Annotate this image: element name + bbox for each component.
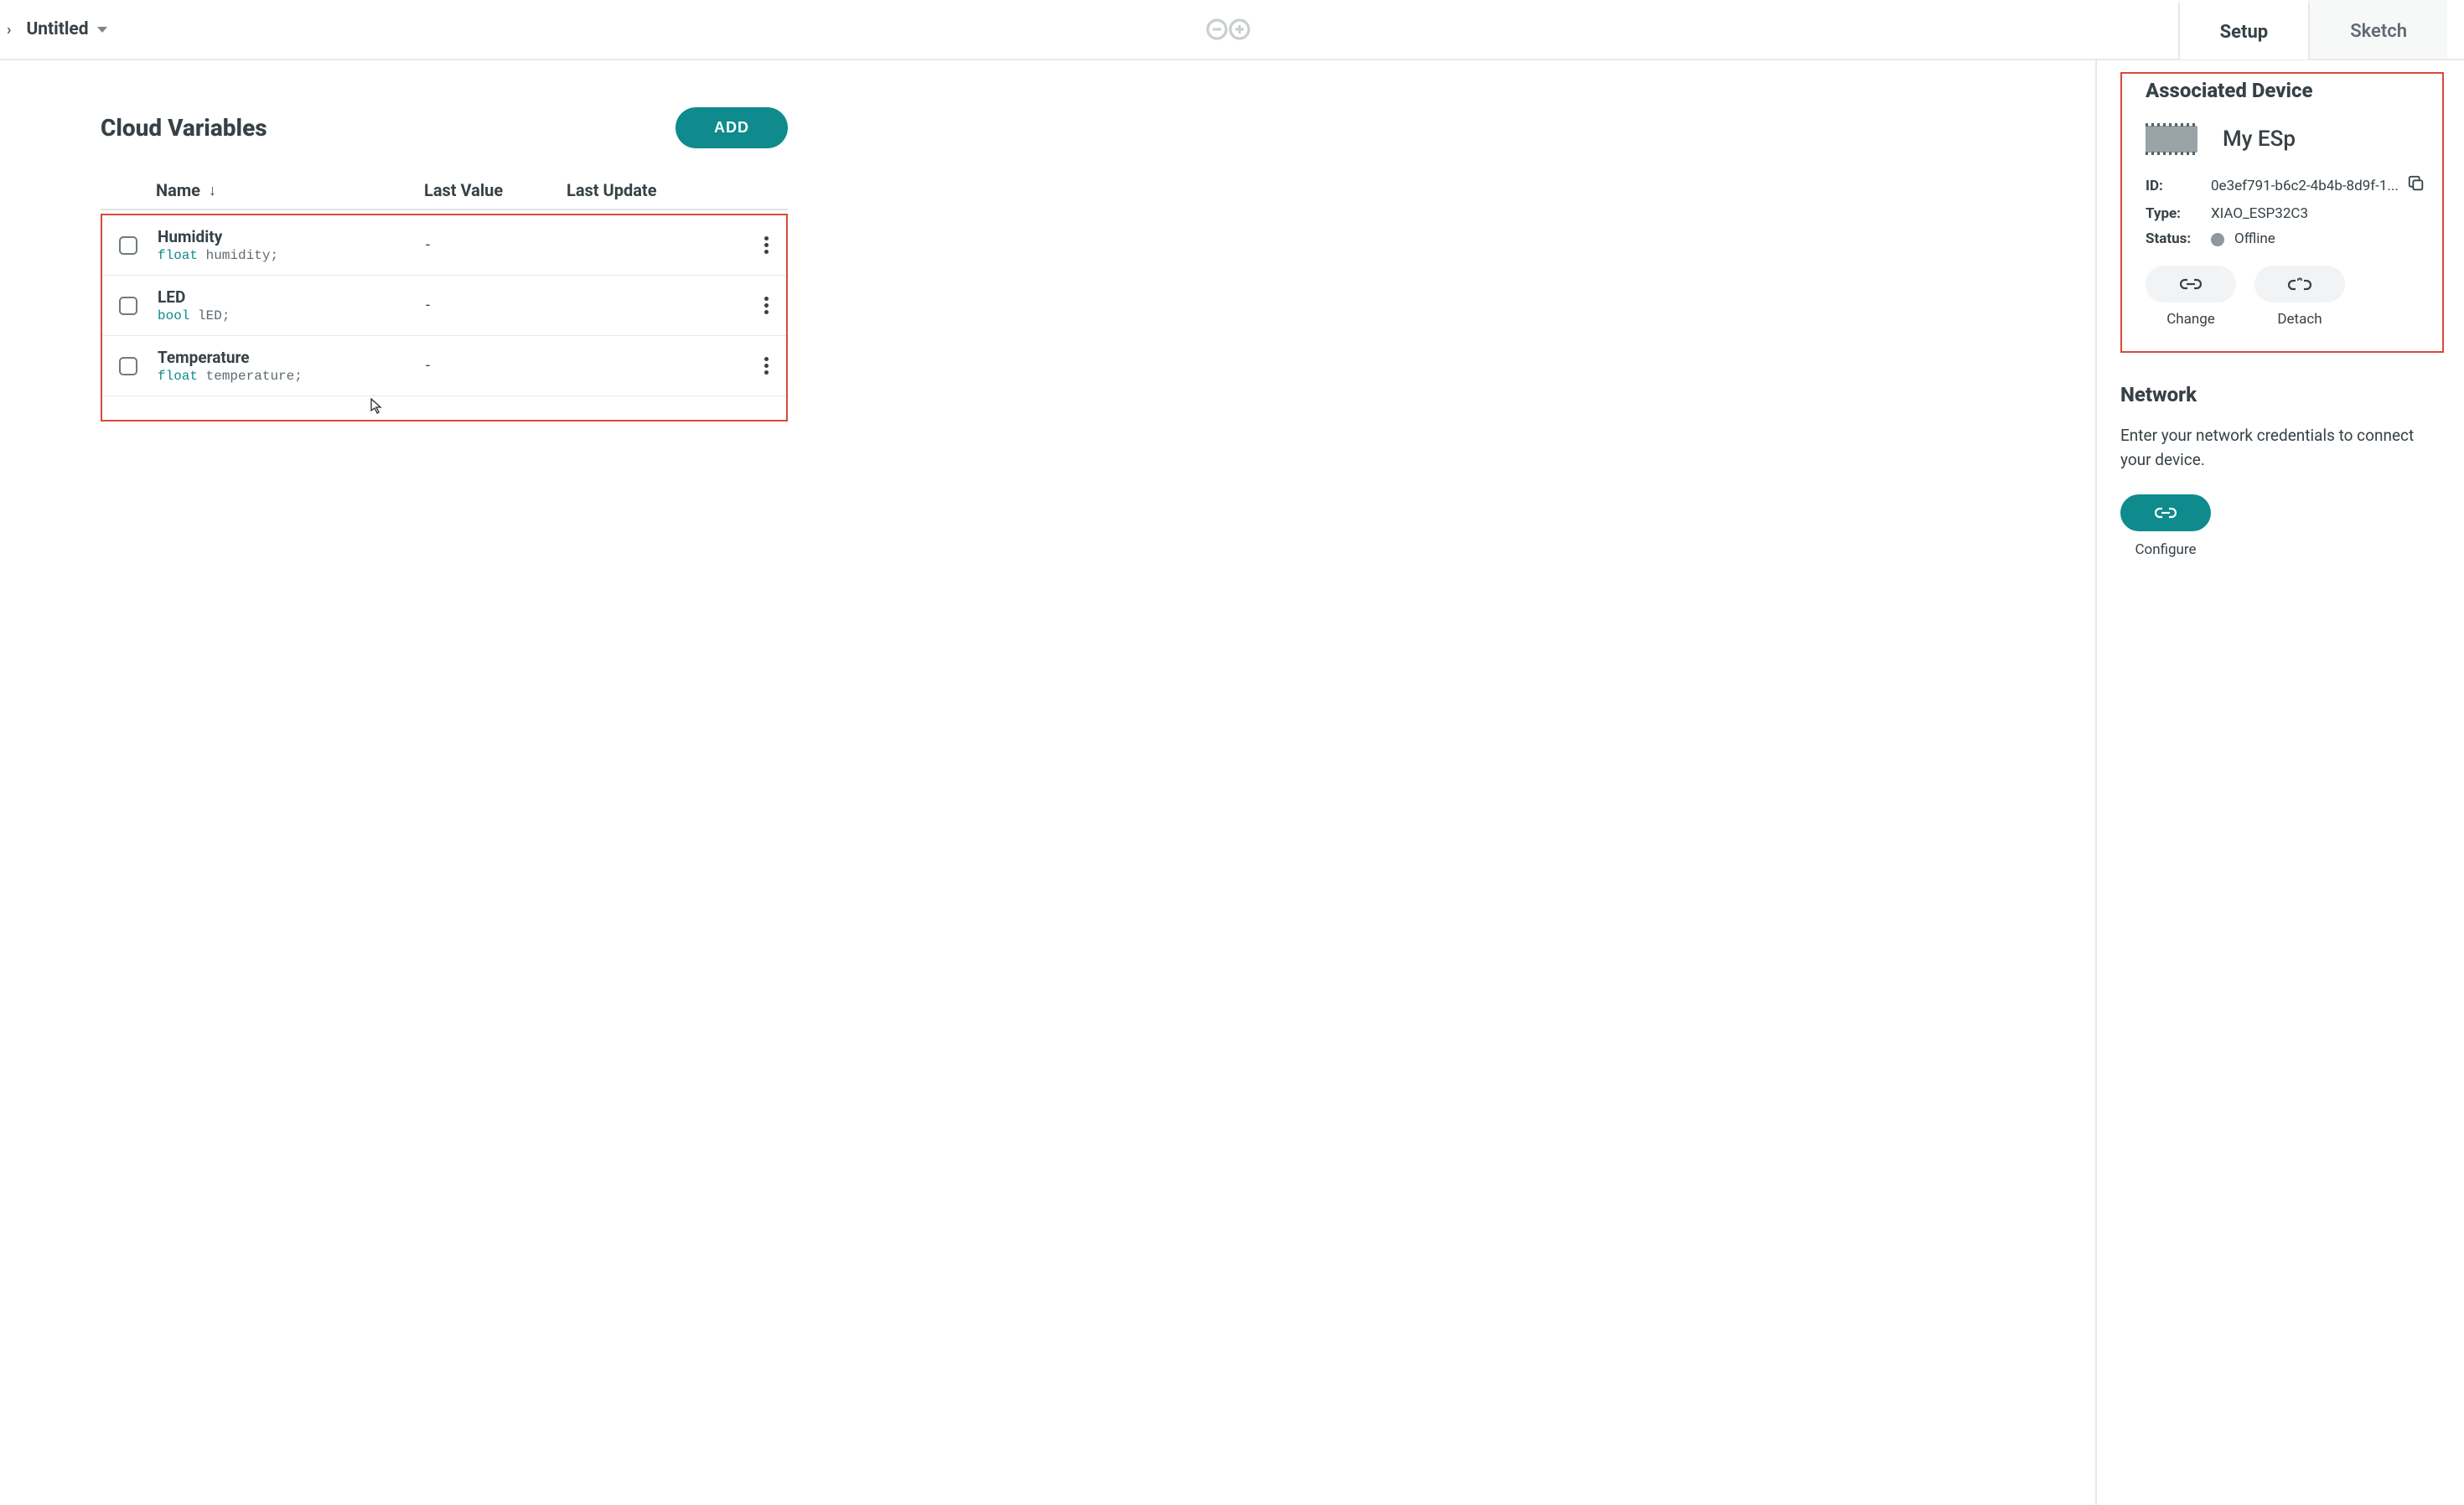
- board-icon: [2146, 126, 2197, 153]
- row-checkbox[interactable]: [119, 357, 137, 375]
- variable-row[interactable]: Temperature float temperature; -: [102, 336, 786, 396]
- variable-declaration: float humidity;: [158, 248, 426, 263]
- status-dot-icon: [2211, 233, 2224, 246]
- variable-declaration: bool lED;: [158, 308, 426, 323]
- table-header: Name ↓ Last Value Last Update: [101, 180, 788, 210]
- detach-label: Detach: [2277, 311, 2322, 328]
- variable-name: Humidity: [158, 227, 426, 246]
- main-panel: Cloud Variables ADD Name ↓ Last Value La…: [0, 60, 2095, 1505]
- column-last-value[interactable]: Last Value: [424, 180, 567, 200]
- variables-table: Name ↓ Last Value Last Update Humidity f…: [101, 180, 788, 422]
- add-variable-button[interactable]: ADD: [676, 107, 788, 148]
- cloud-variables-title: Cloud Variables: [101, 114, 267, 142]
- row-menu-icon[interactable]: [756, 236, 776, 254]
- variable-last-value: -: [426, 297, 568, 314]
- device-type-label: Type:: [2146, 205, 2211, 222]
- device-name: My ESp: [2223, 127, 2296, 152]
- sort-arrow-down-icon: ↓: [209, 182, 216, 199]
- variable-declaration: float temperature;: [158, 369, 426, 384]
- configure-link-icon: [2120, 494, 2211, 531]
- device-id-label: ID:: [2146, 178, 2211, 194]
- right-sidebar: Associated Device My ESp ID: 0e3ef791-b6…: [2095, 60, 2464, 1505]
- configure-label: Configure: [2120, 541, 2211, 558]
- column-last-update[interactable]: Last Update: [567, 180, 778, 200]
- variables-highlight-box: Humidity float humidity; - LED: [101, 214, 788, 422]
- device-status-label: Status:: [2146, 230, 2211, 247]
- row-checkbox[interactable]: [119, 236, 137, 255]
- variable-last-value: -: [426, 357, 568, 375]
- change-device-button[interactable]: Change: [2146, 266, 2236, 328]
- content: Cloud Variables ADD Name ↓ Last Value La…: [0, 60, 2464, 1505]
- caret-down-icon: [97, 27, 107, 33]
- main-header: Cloud Variables ADD: [101, 107, 788, 148]
- view-tabs: Setup Sketch: [2178, 0, 2447, 59]
- variable-name-cell: Humidity float humidity;: [158, 227, 426, 263]
- variable-name: LED: [158, 287, 426, 307]
- tab-sketch-label: Sketch: [2350, 21, 2407, 42]
- network-description: Enter your network credentials to connec…: [2120, 423, 2436, 473]
- thing-title-dropdown[interactable]: Untitled: [26, 19, 106, 39]
- detach-device-button[interactable]: Detach: [2254, 266, 2345, 328]
- tab-sketch[interactable]: Sketch: [2308, 0, 2447, 59]
- device-id-value: 0e3ef791-b6c2-4b4b-8d9f-1...: [2211, 178, 2407, 194]
- variable-name-cell: Temperature float temperature;: [158, 348, 426, 384]
- device-actions: Change Detach: [2146, 266, 2425, 328]
- column-name[interactable]: Name ↓: [156, 180, 424, 200]
- link-icon: [2146, 266, 2236, 303]
- top-bar: › Untitled Setup Sketch: [0, 0, 2464, 60]
- row-menu-icon[interactable]: [756, 297, 776, 314]
- arduino-logo: [1206, 17, 1258, 42]
- breadcrumbs: › Untitled: [0, 19, 107, 39]
- configure-button[interactable]: Configure: [2120, 494, 2436, 558]
- variable-name-cell: LED bool lED;: [158, 287, 426, 323]
- column-name-label: Name: [156, 180, 200, 200]
- variable-name: Temperature: [158, 348, 426, 367]
- change-label: Change: [2166, 311, 2215, 328]
- breadcrumb-chevron-icon[interactable]: ›: [7, 21, 11, 39]
- device-type-value: XIAO_ESP32C3: [2211, 205, 2407, 222]
- row-checkbox[interactable]: [119, 297, 137, 315]
- associated-device-title: Associated Device: [2146, 79, 2425, 102]
- variable-row[interactable]: LED bool lED; -: [102, 276, 786, 336]
- thing-title: Untitled: [26, 19, 88, 39]
- device-status-value: Offline: [2211, 230, 2407, 247]
- network-title: Network: [2120, 383, 2436, 406]
- device-header: My ESp: [2146, 126, 2425, 153]
- tab-setup-label: Setup: [2220, 22, 2269, 43]
- variable-last-value: -: [426, 236, 568, 254]
- associated-device-card: Associated Device My ESp ID: 0e3ef791-b6…: [2120, 72, 2444, 353]
- unlink-icon: [2254, 266, 2345, 303]
- network-section: Network Enter your network credentials t…: [2120, 353, 2444, 558]
- copy-id-icon[interactable]: [2407, 174, 2425, 197]
- mouse-cursor-icon: [370, 398, 384, 415]
- device-meta: ID: 0e3ef791-b6c2-4b4b-8d9f-1... Type: X…: [2146, 174, 2425, 247]
- row-menu-icon[interactable]: [756, 357, 776, 375]
- variable-row[interactable]: Humidity float humidity; -: [102, 215, 786, 276]
- tab-setup[interactable]: Setup: [2178, 1, 2309, 59]
